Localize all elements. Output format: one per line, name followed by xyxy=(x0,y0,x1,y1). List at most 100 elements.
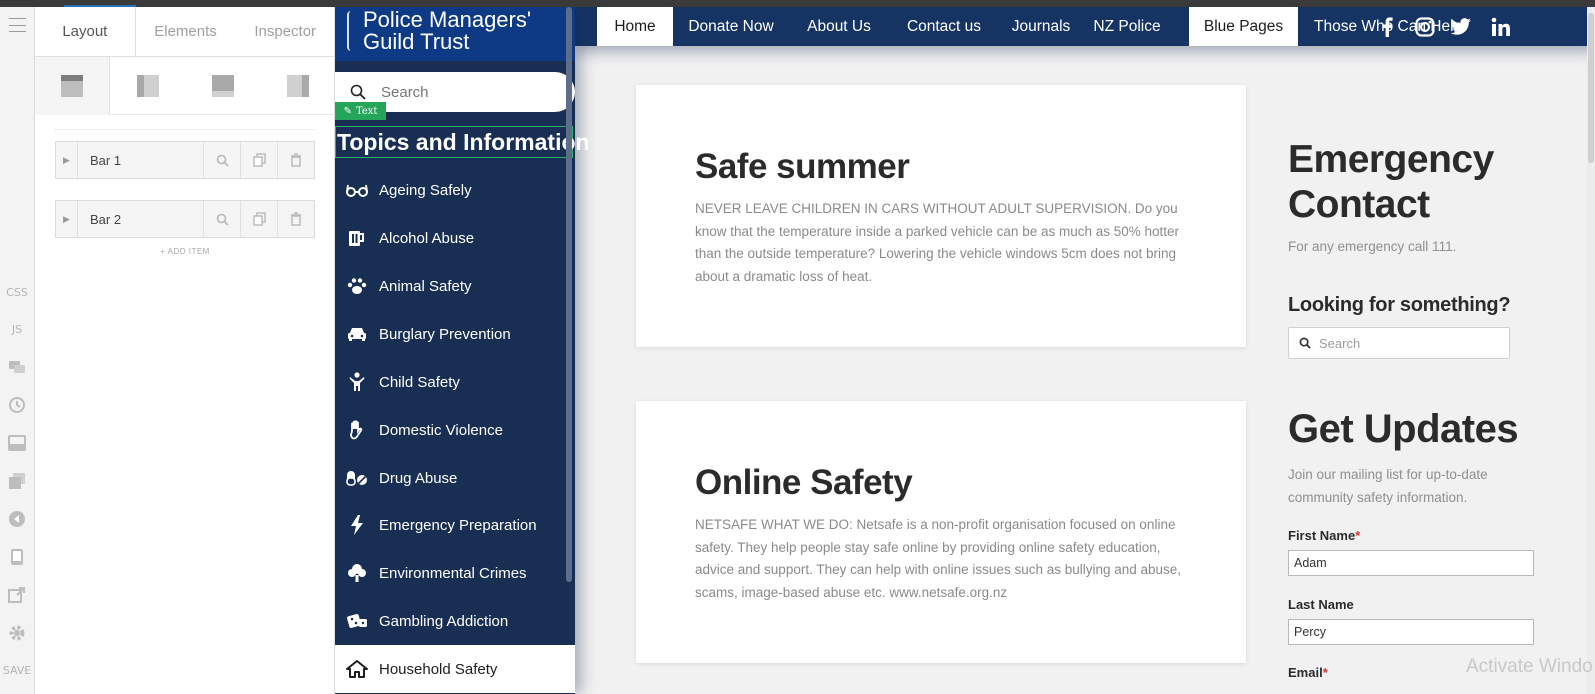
twitter-icon[interactable] xyxy=(1449,15,1473,39)
first-name-label: First Name* xyxy=(1288,528,1361,543)
topics-heading[interactable]: Topics and Information xyxy=(335,126,590,158)
tab-inspector[interactable]: Inspector xyxy=(235,7,335,56)
home-icon xyxy=(335,660,379,678)
email-label: Email* xyxy=(1288,665,1328,680)
search-input[interactable] xyxy=(381,83,551,101)
css-editor-button[interactable]: CSS xyxy=(5,282,29,302)
sidebar-item-label: Ageing Safely xyxy=(379,181,472,199)
card-body: NEVER LEAVE CHILDREN IN CARS WITHOUT ADU… xyxy=(695,201,1180,285)
sidebar-item-animal-safety[interactable]: Animal Safety xyxy=(335,262,575,310)
sidebar-scrollbar[interactable] xyxy=(566,7,572,582)
sidebar-item-label: Domestic Violence xyxy=(379,421,503,439)
instagram-icon[interactable] xyxy=(1413,15,1437,39)
divider xyxy=(55,129,315,130)
sidebar-item-label: Drug Abuse xyxy=(379,469,458,487)
child-icon xyxy=(335,372,379,392)
expand-arrow-icon[interactable]: ▶ xyxy=(56,142,78,178)
linkedin-icon[interactable] xyxy=(1489,15,1513,39)
layout-top-bar-button[interactable] xyxy=(35,57,110,115)
card-body: NETSAFE WHAT WE DO: Netsafe is a non-pro… xyxy=(695,517,1182,601)
sidebar-item-household-safety[interactable]: Household Safety xyxy=(335,645,575,693)
site-logo[interactable]: Police Managers' Guild Trust xyxy=(335,7,575,61)
card-title: Safe summer xyxy=(695,147,910,186)
search-icon xyxy=(1299,337,1311,349)
comments-icon[interactable] xyxy=(5,357,29,377)
pills-icon xyxy=(335,470,379,486)
nav-about-us[interactable]: About Us xyxy=(793,7,885,46)
sidebar-search-input[interactable]: Search xyxy=(1288,327,1510,359)
first-name-field[interactable]: Adam xyxy=(1288,550,1534,576)
sidebar-item-environmental-crimes[interactable]: Environmental Crimes xyxy=(335,549,575,597)
scrollbar-thumb[interactable] xyxy=(1588,13,1594,163)
sidebar-item-label: Alcohol Abuse xyxy=(379,229,475,247)
preview-external-icon[interactable] xyxy=(5,585,29,605)
tab-layout[interactable]: Layout xyxy=(35,7,136,56)
builder-icon-rail: CSS JS SAVE xyxy=(0,7,35,694)
js-editor-button[interactable]: JS xyxy=(5,319,29,339)
search-icon[interactable] xyxy=(203,201,240,237)
navigator-icon[interactable] xyxy=(5,509,29,529)
trash-icon[interactable] xyxy=(277,201,314,237)
search-icon[interactable] xyxy=(203,142,240,178)
layout-top-bar-icon xyxy=(61,75,83,97)
site-preview: Safe summer NEVER LEAVE CHILDREN IN CARS… xyxy=(335,7,1595,694)
bolt-icon xyxy=(335,515,379,535)
add-item-button[interactable]: + ADD ITEM xyxy=(55,247,315,256)
duplicate-icon[interactable] xyxy=(240,142,277,178)
sidebar-item-domestic-violence[interactable]: Domestic Violence xyxy=(335,406,575,454)
emergency-heading: Emergency Contact xyxy=(1288,138,1494,226)
history-icon[interactable] xyxy=(5,395,29,415)
tree-icon xyxy=(335,563,379,583)
last-name-field[interactable]: Percy xyxy=(1288,619,1534,645)
sidebar-item-label: Child Safety xyxy=(379,373,460,391)
nav-nz-police[interactable]: NZ Police xyxy=(1087,7,1167,46)
nav-contact-us[interactable]: Contact us xyxy=(893,7,995,46)
layout-left-bar-button[interactable] xyxy=(110,57,185,115)
layout-bottom-bar-button[interactable] xyxy=(185,57,260,115)
duplicate-icon[interactable] xyxy=(240,201,277,237)
settings-gear-icon[interactable] xyxy=(5,623,29,643)
hamburger-menu-icon[interactable] xyxy=(5,15,29,35)
nav-donate-now[interactable]: Donate Now xyxy=(679,7,783,46)
looking-heading: Looking for something? xyxy=(1288,294,1511,316)
paw-icon xyxy=(335,277,379,295)
sidebar-item-alcohol-abuse[interactable]: Alcohol Abuse xyxy=(335,214,575,262)
text-tag-label: Text xyxy=(355,105,378,117)
pages-icon[interactable] xyxy=(5,471,29,491)
facebook-icon[interactable] xyxy=(1375,15,1399,39)
nav-journals[interactable]: Journals xyxy=(1003,7,1079,46)
templates-icon[interactable] xyxy=(5,433,29,453)
search-icon xyxy=(335,84,381,100)
text-element-tag[interactable]: ✎ Text xyxy=(335,102,386,120)
emergency-text: For any emergency call 111. xyxy=(1288,239,1457,254)
page-scrollbar[interactable] xyxy=(1587,7,1595,694)
layout-right-bar-button[interactable] xyxy=(260,57,335,115)
nav-blue-pages[interactable]: Blue Pages xyxy=(1189,7,1298,46)
glasses-icon xyxy=(335,183,379,197)
nav-home[interactable]: Home xyxy=(597,7,673,46)
expand-arrow-icon[interactable]: ▶ xyxy=(56,201,78,237)
builder-tabs: Layout Elements Inspector xyxy=(35,7,335,57)
bar-item[interactable]: ▶ Bar 1 xyxy=(55,141,315,179)
trash-icon[interactable] xyxy=(277,142,314,178)
top-navigation: Home Donate Now About Us Contact us Jour… xyxy=(575,7,1595,46)
sidebar-item-burglary-prevention[interactable]: Burglary Prevention xyxy=(335,310,575,358)
sidebar-item-drug-abuse[interactable]: Drug Abuse xyxy=(335,454,575,502)
sidebar-item-label: Animal Safety xyxy=(379,277,472,295)
sidebar-item-gambling-addiction[interactable]: Gambling Addiction xyxy=(335,597,575,645)
sidebar-item-ageing-safely[interactable]: Ageing Safely xyxy=(335,166,575,214)
hand-icon xyxy=(335,420,379,440)
topics-sidebar: Police Managers' Guild Trust ✎Text Topic… xyxy=(335,7,590,694)
responsive-mode-icon[interactable] xyxy=(5,547,29,567)
bar-item[interactable]: ▶ Bar 2 xyxy=(55,200,315,238)
sidebar-item-label: Household Safety xyxy=(379,660,498,678)
sidebar-item-child-safety[interactable]: Child Safety xyxy=(335,358,575,406)
save-button[interactable]: SAVE xyxy=(3,660,31,680)
sidebar-item-emergency-preparation[interactable]: Emergency Preparation xyxy=(335,501,575,549)
content-card: Online Safety NETSAFE WHAT WE DO: Netsaf… xyxy=(636,401,1246,663)
window-top-strip xyxy=(0,0,1595,7)
last-name-label: Last Name xyxy=(1288,597,1354,612)
builder-panel: Layout Elements Inspector ▶ Bar 1 ▶ Bar … xyxy=(35,7,335,694)
bar-label: Bar 2 xyxy=(90,211,122,227)
tab-elements[interactable]: Elements xyxy=(136,7,236,56)
